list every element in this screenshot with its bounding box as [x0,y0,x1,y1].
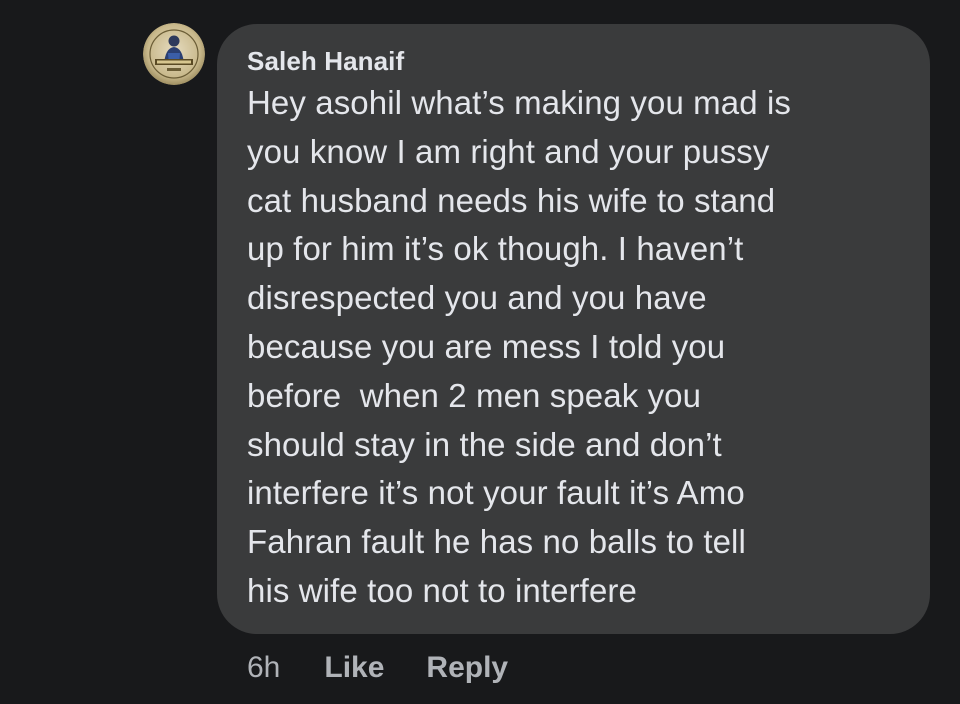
comment-line: because you are mess I told you [247,327,726,365]
comment-line: his wife too not to interfere [247,571,637,609]
comment-line: interfere it’s not your fault it’s Amo [247,474,745,512]
comment-bubble: Saleh Hanaif Hey asohil what’s making yo… [217,24,930,634]
avatar[interactable] [143,23,205,85]
reply-button[interactable]: Reply [426,651,508,685]
comment-line: disrespected you and you have [247,279,707,317]
comment-line: you know I am right and your pussy [247,132,770,170]
comment-actions: 6h Like Reply [247,646,550,690]
comment-timestamp[interactable]: 6h [247,651,280,685]
comment-text: Hey asohil what’s making you mad is you … [247,79,902,616]
comment-line: cat husband needs his wife to stand [247,181,776,219]
comment-line: Hey asohil what’s making you mad is [247,84,791,121]
comment-author[interactable]: Saleh Hanaif [247,46,902,76]
comment-line: up for him it’s ok though. I haven’t [247,230,744,268]
profile-avatar-icon [143,23,205,85]
comment-line: before when 2 men speak you [247,376,702,414]
comment-line: Fahran fault he has no balls to tell [247,523,746,561]
like-button[interactable]: Like [324,651,384,685]
comment-line: should stay in the side and don’t [247,425,722,463]
